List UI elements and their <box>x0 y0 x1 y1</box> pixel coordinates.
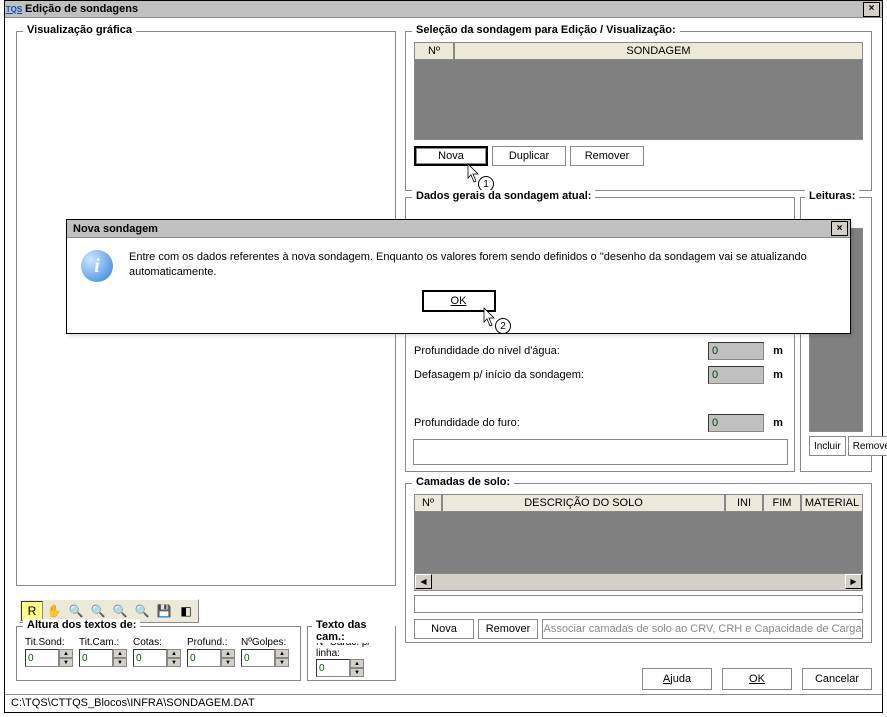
dialog-title: Nova sondagem <box>69 223 831 235</box>
unit-m: m <box>770 345 786 357</box>
sel-header-num[interactable]: Nº <box>414 42 454 60</box>
zoom-icon[interactable]: 🔍 <box>65 601 87 621</box>
step-2-indicator: 2 <box>495 318 511 334</box>
cam-header-fim[interactable]: FIM <box>763 494 801 512</box>
ajuda-button[interactable]: Ajuda <box>642 668 712 690</box>
ncarac-input[interactable]: 0 ▲▼ <box>316 659 366 677</box>
bottom-button-row: Ajuda OK Cancelar <box>642 668 872 690</box>
spin-up-icon[interactable]: ▲ <box>59 649 73 658</box>
ngolpes-label: NºGolpes: <box>241 637 292 648</box>
pan-icon[interactable]: ✋ <box>43 601 65 621</box>
app-icon: TQS <box>7 2 21 16</box>
unit-m: m <box>770 417 786 429</box>
prof-agua-input[interactable]: 0 <box>708 342 764 360</box>
camadas-status <box>414 595 863 613</box>
sel-table-body[interactable] <box>414 60 863 140</box>
spin-up-icon[interactable]: ▲ <box>113 649 127 658</box>
close-button[interactable]: × <box>863 2 880 17</box>
spin-down-icon[interactable]: ▼ <box>350 668 364 677</box>
titsond-input[interactable]: 0 ▲▼ <box>25 649 76 667</box>
titsond-label: Tit.Sond: <box>25 637 76 648</box>
ok-button[interactable]: OK <box>722 668 792 690</box>
cam-header-material[interactable]: MATERIAL <box>801 494 863 512</box>
group-leituras-legend: Leituras: <box>805 190 859 202</box>
settings-icon[interactable]: ◧ <box>175 601 197 621</box>
cotas-label: Cotas: <box>133 637 184 648</box>
cam-header-desc[interactable]: DESCRIÇÃO DO SOLO <box>442 494 725 512</box>
dialog-titlebar: Nova sondagem × <box>67 220 850 238</box>
remover-camada-button[interactable]: Remover <box>478 619 538 639</box>
camadas-scrollbar[interactable]: ◀ ▶ <box>414 574 863 591</box>
camadas-header: Nº DESCRIÇÃO DO SOLO INI FIM MATERIAL <box>414 494 863 512</box>
field-prof-furo: Profundidade do furo: 0 m <box>414 414 786 432</box>
incluir-button[interactable]: Incluir <box>809 436 846 456</box>
zoom-in-icon[interactable]: 🔍 <box>87 601 109 621</box>
defasagem-label: Defasagem p/ início da sondagem: <box>414 369 708 381</box>
cancelar-button[interactable]: Cancelar <box>802 668 872 690</box>
zoom-window-icon[interactable]: 🔍 <box>131 601 153 621</box>
titcam-label: Tit.Cam.: <box>79 637 130 648</box>
prof-agua-label: Profundidade do nível d'água: <box>414 345 708 357</box>
spin-up-icon[interactable]: ▲ <box>350 659 364 668</box>
info-icon: i <box>81 250 113 282</box>
group-camadas: Camadas de solo: Nº DESCRIÇÃO DO SOLO IN… <box>405 483 872 643</box>
cam-header-ini[interactable]: INI <box>725 494 763 512</box>
group-camadas-legend: Camadas de solo: <box>412 476 514 488</box>
nova-button[interactable]: Nova <box>414 146 488 166</box>
dialog-message: Entre com os dados referentes à nova son… <box>129 250 836 280</box>
status-bar: C:\TQS\CTTQS_Blocos\INFRA\SONDAGEM.DAT <box>5 694 882 712</box>
remover-leitura-button[interactable]: Remover <box>848 436 887 456</box>
nova-sondagem-dialog: Nova sondagem × i Entre com os dados ref… <box>66 219 851 334</box>
group-altura: Altura dos textos de: Tit.Sond: 0 ▲▼ Tit… <box>16 626 301 681</box>
group-texto: Texto das cam.: Nº Carac. p/ linha: 0 ▲▼ <box>307 626 396 681</box>
spin-up-icon[interactable]: ▲ <box>221 649 235 658</box>
group-altura-legend: Altura dos textos de: <box>23 619 140 631</box>
spin-up-icon[interactable]: ▲ <box>275 649 289 658</box>
unit-m: m <box>770 369 786 381</box>
cam-header-num[interactable]: Nº <box>414 494 442 512</box>
sel-table-header: Nº SONDAGEM <box>414 42 863 60</box>
zoom-out-icon[interactable]: 🔍 <box>109 601 131 621</box>
main-titlebar: TQS Edição de sondagens × <box>5 1 882 18</box>
spin-down-icon[interactable]: ▼ <box>167 658 181 667</box>
group-selecao: Seleção da sondagem para Edição / Visual… <box>405 31 872 191</box>
group-selecao-legend: Seleção da sondagem para Edição / Visual… <box>412 24 680 36</box>
scroll-left-button[interactable]: ◀ <box>415 574 432 589</box>
associar-button[interactable]: Associar camadas de solo ao CRV, CRH e C… <box>542 619 863 639</box>
duplicar-button[interactable]: Duplicar <box>492 146 566 166</box>
cotas-input[interactable]: 0 ▲▼ <box>133 649 184 667</box>
field-prof-agua: Profundidade do nível d'água: 0 m <box>414 342 786 360</box>
nova-camada-button[interactable]: Nova <box>414 619 474 639</box>
dialog-close-button[interactable]: × <box>831 221 848 236</box>
save-icon[interactable]: 💾 <box>153 601 175 621</box>
group-texto-legend: Texto das cam.: <box>312 619 395 643</box>
redraw-icon[interactable]: R <box>21 601 43 621</box>
dialog-ok-button[interactable]: OK <box>422 290 496 312</box>
spin-down-icon[interactable]: ▼ <box>275 658 289 667</box>
defasagem-input[interactable]: 0 <box>708 366 764 384</box>
dados-bottom-box <box>413 439 788 465</box>
main-window: TQS Edição de sondagens × Visualização g… <box>4 0 883 713</box>
scroll-track[interactable] <box>432 574 845 590</box>
sel-header-sondagem[interactable]: SONDAGEM <box>454 42 863 60</box>
group-dados-legend: Dados gerais da sondagem atual: <box>412 190 595 202</box>
titcam-input[interactable]: 0 ▲▼ <box>79 649 130 667</box>
prof-furo-input[interactable]: 0 <box>708 414 764 432</box>
profund-label: Profund.: <box>187 637 238 648</box>
scroll-right-button[interactable]: ▶ <box>845 574 862 589</box>
remover-sondagem-button[interactable]: Remover <box>570 146 644 166</box>
window-title: Edição de sondagens <box>25 3 863 15</box>
spin-up-icon[interactable]: ▲ <box>167 649 181 658</box>
group-visualizacao-legend: Visualização gráfica <box>23 24 136 36</box>
profund-input[interactable]: 0 ▲▼ <box>187 649 238 667</box>
spin-down-icon[interactable]: ▼ <box>221 658 235 667</box>
spin-down-icon[interactable]: ▼ <box>113 658 127 667</box>
prof-furo-label: Profundidade do furo: <box>414 417 708 429</box>
ngolpes-input[interactable]: 0 ▲▼ <box>241 649 292 667</box>
camadas-body[interactable] <box>414 512 863 574</box>
associar-label: Associar camadas de solo ao CRV, CRH e C… <box>544 623 862 635</box>
field-defasagem: Defasagem p/ início da sondagem: 0 m <box>414 366 786 384</box>
spin-down-icon[interactable]: ▼ <box>59 658 73 667</box>
